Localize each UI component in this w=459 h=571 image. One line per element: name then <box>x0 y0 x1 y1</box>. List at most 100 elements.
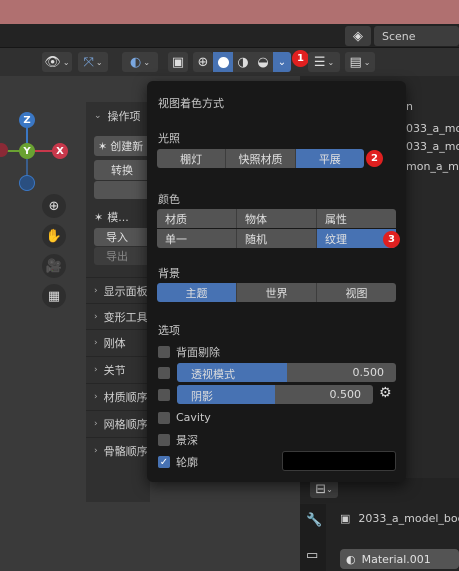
annotation-badge-1: 1 <box>292 50 309 67</box>
negative-z-axis-icon[interactable] <box>19 175 35 191</box>
overlay-icon[interactable]: ◐ ⌄ <box>122 52 158 72</box>
import-button[interactable]: 导入 <box>94 228 150 246</box>
top-bar: ◈ Scene <box>0 24 459 48</box>
shadow-row <box>158 389 170 401</box>
annotation-badge-2: 2 <box>366 150 383 167</box>
xray-checkbox[interactable] <box>158 367 170 379</box>
cavity-checkbox[interactable] <box>158 411 170 424</box>
export-label: 导出 <box>106 250 128 263</box>
scene-label: Scene <box>382 29 416 43</box>
outline-checkbox[interactable]: ✓ <box>158 456 170 468</box>
pan-hand-icon[interactable]: ✋ <box>42 224 66 248</box>
grid-view-icon[interactable]: ▦ <box>42 284 66 308</box>
filter-icon[interactable]: ☰ ⌄ <box>308 52 340 72</box>
visibility-icon[interactable]: 👁 ⌄ <box>42 52 72 72</box>
background-option-world[interactable]: 世界 <box>237 283 317 302</box>
xray-slider[interactable]: 透视模式 0.500 <box>177 363 396 382</box>
material-shading-icon[interactable]: ◑ <box>233 52 253 72</box>
color-option-attribute[interactable]: 属性 <box>317 209 396 228</box>
side-item-display-panel[interactable]: › 显示面板 <box>86 277 150 303</box>
material-slot[interactable]: ◐ Material.001 <box>340 549 459 569</box>
side-item-mesh-order[interactable]: › 网格顺序 <box>86 410 150 436</box>
lighting-option-studio[interactable]: 棚灯 <box>157 149 227 168</box>
chevron-right-icon: › <box>94 418 98 429</box>
scene-selector[interactable]: Scene <box>374 26 459 46</box>
person-icon: ✶ <box>98 139 108 153</box>
options-section-label: 选项 <box>158 324 180 337</box>
properties-editor-icon[interactable]: ⊟ ⌄ <box>310 480 338 498</box>
color-option-object[interactable]: 物体 <box>237 209 317 228</box>
side-item-transform-tools[interactable]: › 变形工具 <box>86 303 150 329</box>
shadow-value: 0.500 <box>329 388 362 401</box>
side-item-joints[interactable]: › 关节 <box>86 356 150 382</box>
zoom-icon[interactable]: ⊕ <box>42 194 66 218</box>
cavity-row: Cavity <box>158 411 211 424</box>
background-option-theme[interactable]: 主题 <box>157 283 237 302</box>
export-button[interactable]: 导出 <box>94 247 150 265</box>
xray-toggle-icon[interactable]: ▣ <box>168 52 188 72</box>
outliner-item[interactable]: n <box>406 100 413 113</box>
z-axis-icon[interactable]: Z <box>19 112 35 128</box>
side-item-label: 材质顺序 <box>103 390 148 404</box>
object-tab-icon[interactable]: ▭ <box>306 549 318 562</box>
armature-icon: ✶ <box>94 210 104 224</box>
create-new-label: 创建新 <box>110 140 144 153</box>
outliner-item[interactable]: 033_a_model <box>406 140 459 153</box>
scene-icon[interactable]: ◈ <box>345 26 371 46</box>
navigation-gizmo[interactable] <box>0 105 90 200</box>
color-section-label: 颜色 <box>158 193 180 206</box>
color-option-random[interactable]: 随机 <box>237 229 317 248</box>
shadow-slider[interactable]: 阴影 0.500 <box>177 385 373 404</box>
tool-tab-icon[interactable]: 🔧 <box>306 514 322 527</box>
object-name[interactable]: 2033_a_model_bod <box>358 512 459 525</box>
color-option-material[interactable]: 材质 <box>157 209 237 228</box>
color-option-single[interactable]: 单一 <box>157 229 237 248</box>
operator-panel-title: 操作项 <box>107 110 141 123</box>
create-new-button[interactable]: ✶ 创建新 <box>94 136 150 156</box>
chevron-right-icon: › <box>94 285 98 296</box>
lighting-section-label: 光照 <box>158 132 180 145</box>
x-axis-icon[interactable]: X <box>52 143 68 159</box>
window-title-strip <box>0 0 459 24</box>
chevron-right-icon: › <box>94 391 98 402</box>
chevron-right-icon: › <box>94 311 98 322</box>
convert-button[interactable]: 转换 <box>94 160 150 180</box>
depth-of-field-row: 景深 <box>158 432 198 448</box>
outline-color-swatch[interactable] <box>282 451 396 471</box>
wireframe-shading-icon[interactable]: ⊕ <box>193 52 213 72</box>
depth-of-field-checkbox[interactable] <box>158 434 170 446</box>
blank-button[interactable] <box>94 181 150 199</box>
background-option-viewport[interactable]: 视图 <box>317 283 396 302</box>
solid-shading-icon[interactable] <box>213 52 233 72</box>
object-name-row: ▣ 2033_a_model_bod <box>340 512 459 525</box>
shadow-checkbox[interactable] <box>158 389 170 401</box>
background-segmented-control: 主题 世界 视图 <box>157 283 396 302</box>
rendered-shading-icon[interactable]: ◒ <box>253 52 273 72</box>
y-axis-icon[interactable]: Y <box>19 143 35 159</box>
side-item-rigid-body[interactable]: › 刚体 <box>86 329 150 355</box>
backface-culling-row: 背面剔除 <box>158 344 220 360</box>
shading-dropdown-chevron-icon[interactable]: ⌄ <box>273 52 291 72</box>
chevron-right-icon: › <box>94 364 98 375</box>
camera-icon[interactable]: 🎥 <box>42 254 66 278</box>
outliner-item[interactable]: mon_a_mod <box>406 160 459 173</box>
lighting-option-flat[interactable]: 平展 <box>295 149 364 168</box>
outliner-item[interactable]: 033_a_model <box>406 122 459 135</box>
material-name: Material.001 <box>361 552 431 566</box>
operator-panel-header[interactable]: ⌄ 操作项 <box>86 104 150 128</box>
display-mode-icon[interactable]: ▤ ⌄ <box>345 52 375 72</box>
color-row-2: 单一 随机 纹理 <box>157 229 396 248</box>
backface-culling-label: 背面剔除 <box>176 346 220 359</box>
import-label: 导入 <box>106 231 128 244</box>
backface-culling-checkbox[interactable] <box>158 346 170 358</box>
gizmo-toggle-icon[interactable]: ⤧ ⌄ <box>78 52 108 72</box>
settings-gear-icon[interactable]: ⚙ <box>379 386 392 400</box>
side-item-bone-order[interactable]: › 骨骼顺序 <box>86 437 150 463</box>
side-item-label: 显示面板 <box>103 284 148 298</box>
chevron-right-icon: › <box>94 445 98 456</box>
lighting-option-matcap[interactable]: 快照材质 <box>226 149 296 168</box>
side-item-material-order[interactable]: › 材质顺序 <box>86 383 150 409</box>
color-row-1: 材质 物体 属性 <box>157 209 396 228</box>
xray-value: 0.500 <box>352 366 385 379</box>
convert-label: 转换 <box>111 164 133 177</box>
